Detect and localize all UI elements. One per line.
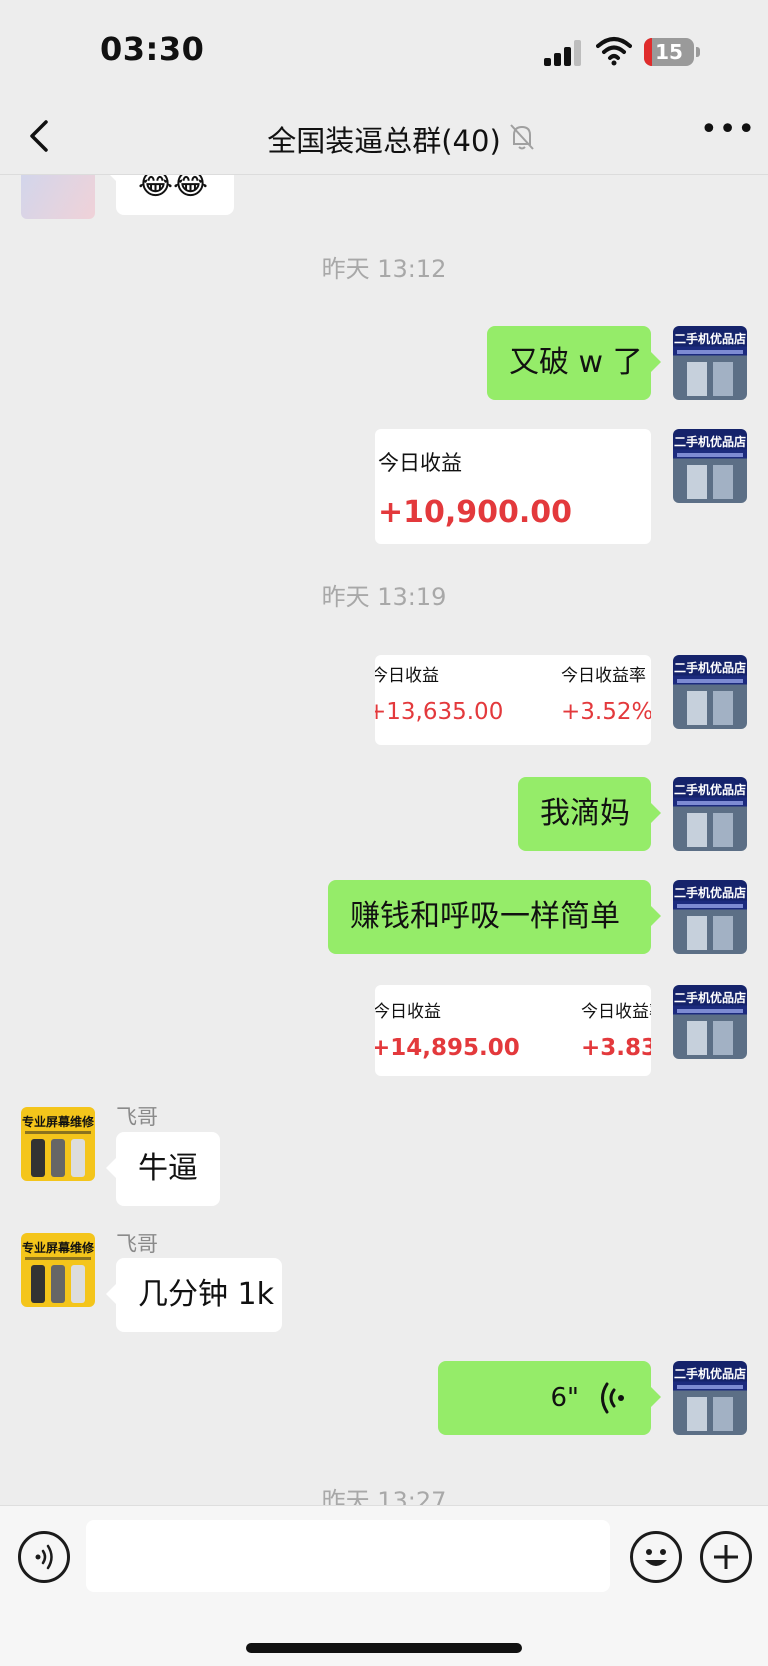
screenshot-card[interactable]: 今日收益 今日收益率 +14,895.00 +3.83% <box>375 985 651 1076</box>
avatar-shop-text: 二手机优品店 <box>673 991 746 1005</box>
avatar-shop-text: 二手机优品店 <box>673 783 746 797</box>
avatar-shop-text: 二手机优品店 <box>673 435 746 449</box>
card-value: +10,900.00 <box>378 495 573 530</box>
sender-name: 飞哥 <box>116 1232 158 1256</box>
status-bar: 03:30 15 <box>0 0 768 100</box>
input-bar <box>0 1505 768 1666</box>
avatar-shop-text: 二手机优品店 <box>673 661 746 675</box>
avatar-self[interactable]: 二手机优品店 <box>673 1361 747 1435</box>
message-bubble-received[interactable]: 牛逼 <box>106 1132 220 1206</box>
add-button[interactable] <box>700 1531 752 1583</box>
status-time: 03:30 <box>100 30 205 68</box>
chat-header: 全国装逼总群(40) ••• <box>0 100 768 175</box>
voice-input-button[interactable] <box>18 1531 70 1583</box>
avatar-self[interactable]: 二手机优品店 <box>673 429 747 503</box>
screenshot-card[interactable]: 今日收益 今日收益率 +13,635.00 +3.52% <box>375 655 651 745</box>
avatar-feige[interactable]: 专业屏幕维修 <box>21 1107 95 1181</box>
avatar-feige[interactable]: 专业屏幕维修 <box>21 1233 95 1307</box>
card-value-rate: +3.83% <box>581 1035 651 1061</box>
plus-icon <box>714 1545 738 1569</box>
voice-input-icon <box>35 1544 53 1570</box>
emoji-button[interactable] <box>630 1531 682 1583</box>
card-label-rate: 今日收益率 <box>581 1002 651 1022</box>
voice-duration: 6" <box>550 1383 579 1413</box>
timestamp: 昨天 13:12 <box>321 255 447 283</box>
avatar[interactable] <box>21 175 95 219</box>
avatar-repair-text: 专业屏幕维修 <box>21 1241 94 1255</box>
card-label-rate: 今日收益率 <box>561 666 646 686</box>
screenshot-card[interactable]: 今日收益 +10,900.00 <box>375 429 651 544</box>
avatar-repair-text: 专业屏幕维修 <box>21 1115 94 1129</box>
message-bubble-emoji[interactable]: 😂😂 <box>106 175 234 215</box>
card-value: +14,895.00 <box>375 1035 520 1061</box>
card-label: 今日收益 <box>378 451 462 475</box>
voice-wave-icon <box>601 1382 624 1414</box>
card-value-rate: +3.52% <box>561 699 651 725</box>
message-bubble-sent[interactable]: 赚钱和呼吸一样简单 <box>328 880 661 954</box>
message-bubble-sent[interactable]: 又破 w 了 <box>487 326 661 400</box>
message-bubble-received[interactable]: 几分钟 1k <box>106 1258 282 1332</box>
more-icon[interactable]: ••• <box>700 115 755 154</box>
avatar-self[interactable]: 二手机优品店 <box>673 326 747 400</box>
timestamp: 昨天 13:19 <box>321 583 447 611</box>
cellular-signal-icon <box>544 40 584 66</box>
avatar-shop-text: 二手机优品店 <box>673 1367 746 1381</box>
timestamp: 昨天 13:27 <box>321 1487 447 1505</box>
sender-name: 飞哥 <box>116 1105 158 1129</box>
wifi-icon <box>596 37 632 66</box>
battery-level: 15 <box>655 40 683 64</box>
card-value: +13,635.00 <box>375 699 504 725</box>
card-label: 今日收益 <box>375 666 439 686</box>
avatar-shop-text: 二手机优品店 <box>673 332 746 346</box>
battery-tip <box>696 47 700 57</box>
message-input[interactable] <box>86 1520 610 1592</box>
message-bubble-sent[interactable]: 我滴妈 <box>518 777 661 851</box>
avatar-self[interactable]: 二手机优品店 <box>673 985 747 1059</box>
card-label: 今日收益 <box>375 1002 441 1022</box>
message-list[interactable]: 😂😂 昨天 13:12 又破 w 了 二手机优品店 今日收益 +10,900.0… <box>0 175 768 1505</box>
emoji-icon <box>645 1549 667 1566</box>
home-indicator <box>246 1643 522 1653</box>
chat-title: 全国装逼总群(40) <box>267 124 501 158</box>
avatar-self[interactable]: 二手机优品店 <box>673 655 747 729</box>
battery-icon: 15 <box>644 38 694 66</box>
avatar-self[interactable]: 二手机优品店 <box>673 777 747 851</box>
voice-message-bubble[interactable]: 6" <box>438 1361 661 1435</box>
avatar-self[interactable]: 二手机优品店 <box>673 880 747 954</box>
mute-bell-icon <box>510 124 534 150</box>
avatar-shop-text: 二手机优品店 <box>673 886 746 900</box>
